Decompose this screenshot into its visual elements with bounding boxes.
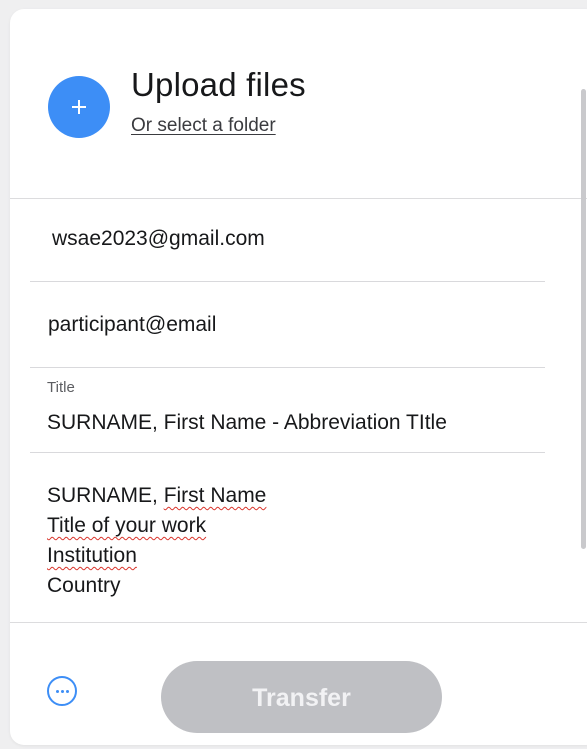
- message-line-title[interactable]: Title of your work: [47, 514, 206, 538]
- footer: Transfer: [10, 622, 587, 745]
- plus-icon: [72, 100, 86, 114]
- upload-area[interactable]: Upload files Or select a folder: [10, 9, 587, 199]
- email-from-field[interactable]: participant@email: [30, 282, 545, 368]
- message-first-name: First Name: [163, 484, 267, 507]
- transfer-panel: Upload files Or select a folder wsae2023…: [10, 9, 587, 745]
- title-label: Title: [47, 379, 75, 396]
- email-to-field[interactable]: wsae2023@gmail.com: [30, 199, 545, 282]
- select-folder-link[interactable]: Or select a folder: [131, 115, 276, 137]
- title-value[interactable]: SURNAME, First Name - Abbreviation TItle: [47, 411, 447, 435]
- transfer-button[interactable]: Transfer: [161, 661, 442, 733]
- message-surname: SURNAME,: [47, 484, 164, 507]
- message-line-institution[interactable]: Institution: [47, 544, 137, 568]
- message-line-name[interactable]: SURNAME, First Name: [47, 484, 266, 508]
- scrollbar[interactable]: [581, 89, 586, 549]
- add-files-button[interactable]: [48, 76, 110, 138]
- message-field[interactable]: SURNAME, First Name Title of your work I…: [30, 453, 545, 621]
- email-from-value[interactable]: participant@email: [48, 313, 216, 337]
- upload-title: Upload files: [131, 66, 306, 103]
- email-to-value[interactable]: wsae2023@gmail.com: [52, 227, 265, 251]
- more-options-button[interactable]: [47, 676, 77, 706]
- message-line-country[interactable]: Country: [47, 574, 121, 598]
- title-field[interactable]: Title SURNAME, First Name - Abbreviation…: [30, 368, 545, 453]
